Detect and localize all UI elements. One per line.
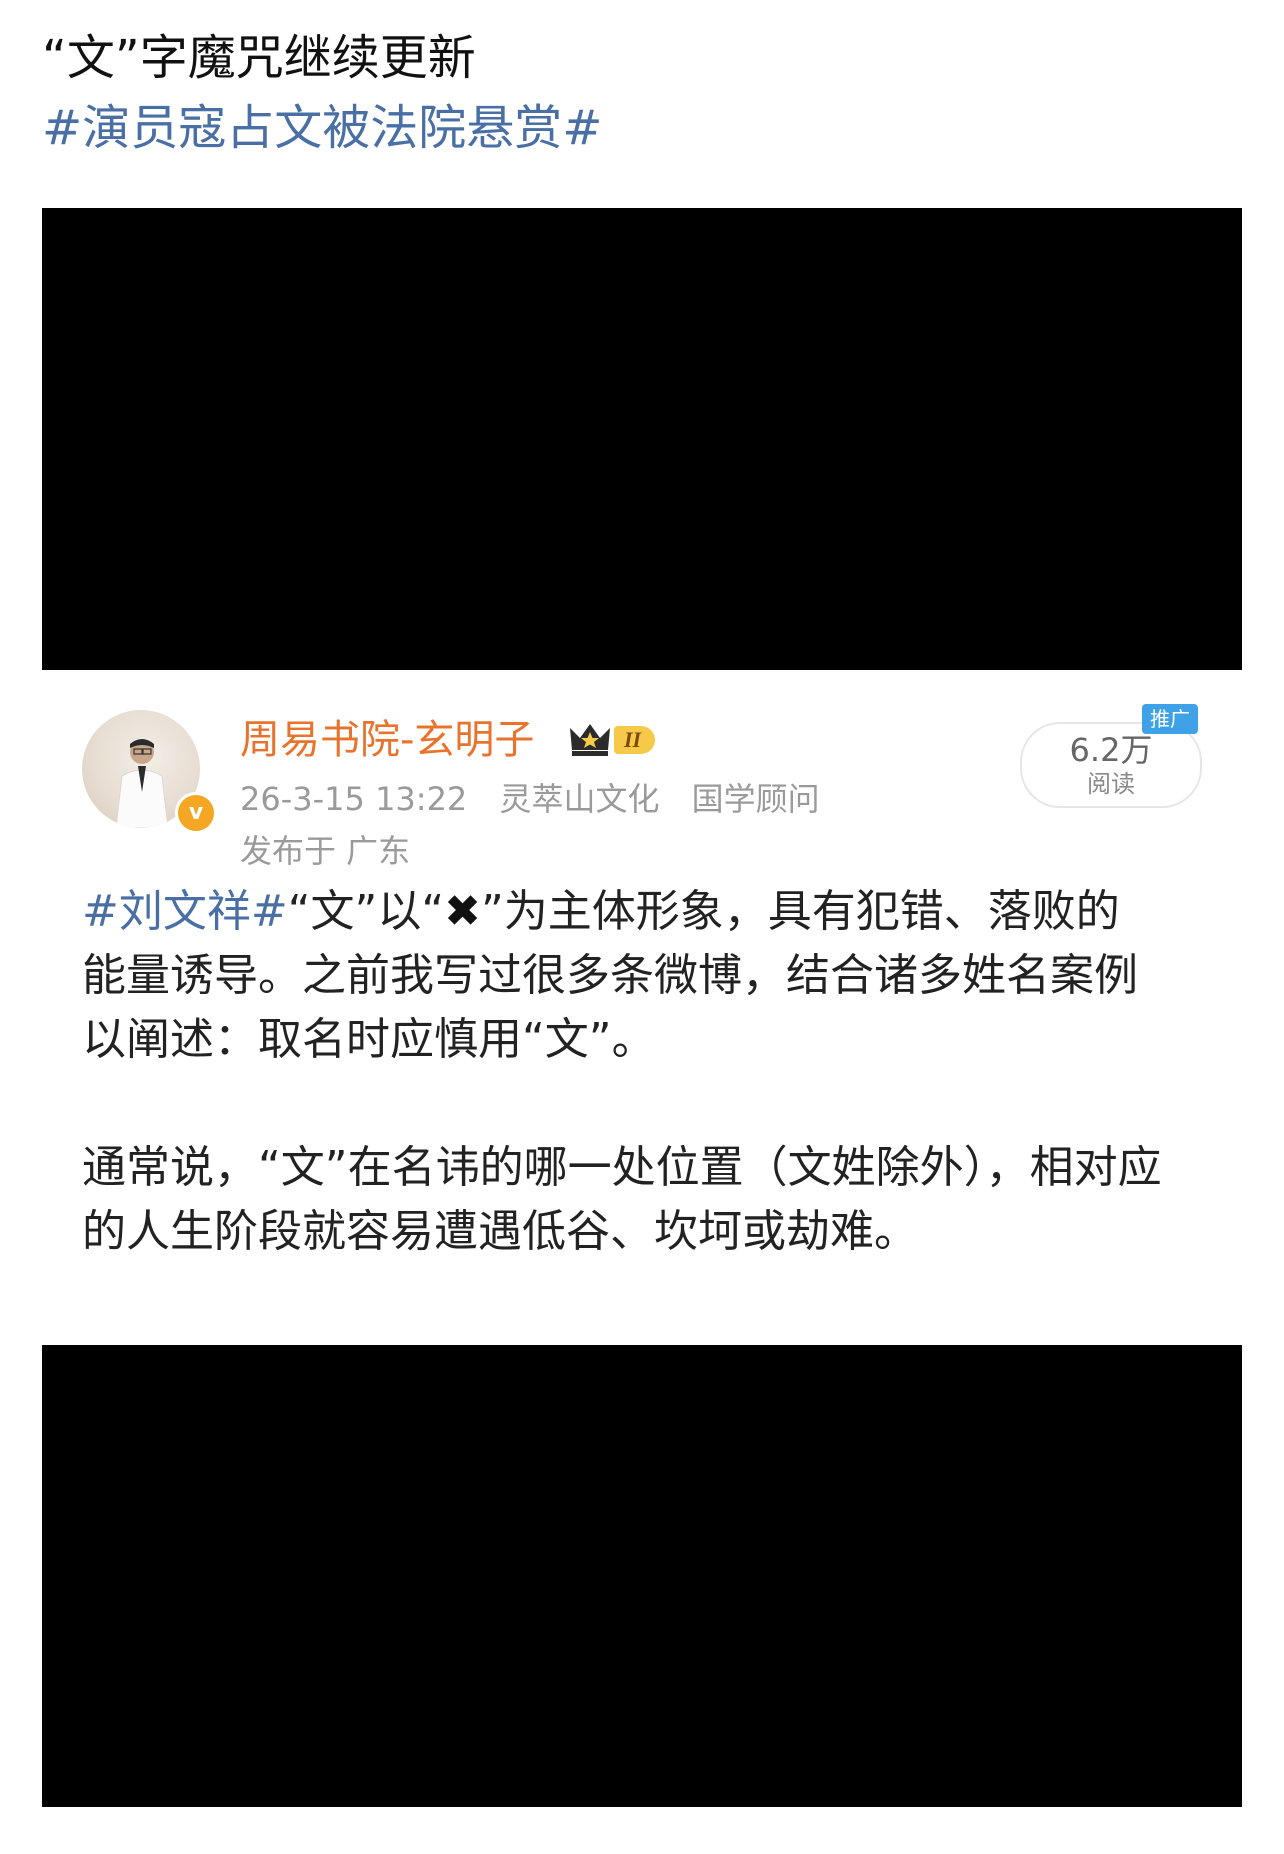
post-hashtag[interactable]: #刘文祥# bbox=[82, 886, 288, 937]
post-role: 国学顾问 bbox=[691, 780, 820, 818]
post-line: 以阐述：取名时应慎用“文”。 bbox=[82, 1014, 656, 1065]
post-text: “文”以“ bbox=[287, 886, 445, 937]
post-title: “文”字魔咒继续更新 bbox=[42, 30, 476, 86]
reads-label: 阅读 bbox=[1087, 770, 1135, 798]
post-body: #刘文祥#“文”以“✖”为主体形象，具有犯错、落败的 能量诱导。之前我写过很多条… bbox=[82, 880, 1212, 1264]
post-meta: 26-3-15 13:22 灵萃山文化 国学顾问 bbox=[240, 778, 842, 820]
crown-icon bbox=[570, 724, 610, 756]
topic-link[interactable]: #演员寇占文被法院悬赏# bbox=[42, 98, 602, 158]
post-source: 灵萃山文化 bbox=[499, 780, 660, 818]
x-mark-icon: ✖ bbox=[444, 886, 481, 937]
redacted-image-top bbox=[42, 208, 1242, 670]
verified-badge: v bbox=[175, 792, 217, 834]
post-timestamp: 26-3-15 13:22 bbox=[240, 780, 468, 818]
post-location: 发布于 广东 bbox=[240, 832, 411, 870]
level-badge: II bbox=[614, 726, 656, 754]
post-line: 能量诱导。之前我写过很多条微博，结合诸多姓名案例 bbox=[82, 950, 1138, 1001]
post-text: ”为主体形象，具有犯错、落败的 bbox=[481, 886, 1120, 937]
avatar-person-icon bbox=[115, 739, 169, 828]
weibo-post-card: v 周易书院-玄明子 II 26-3-15 13:22 灵萃山文化 国学顾问 发… bbox=[42, 670, 1242, 1345]
user-name[interactable]: 周易书院-玄明子 bbox=[240, 714, 534, 766]
post-line: 通常说，“文”在名讳的哪一处位置（文姓除外），相对应 bbox=[82, 1142, 1162, 1193]
post-line: 的人生阶段就容易遭遇低谷、坎坷或劫难。 bbox=[82, 1206, 918, 1257]
reads-counter: 6.2万 阅读 bbox=[1020, 722, 1202, 808]
post-paragraph-1: #刘文祥#“文”以“✖”为主体形象，具有犯错、落败的 bbox=[82, 880, 1212, 944]
reads-count: 6.2万 bbox=[1069, 731, 1153, 769]
redacted-image-bottom bbox=[42, 1345, 1242, 1807]
promo-tag: 推广 bbox=[1142, 704, 1198, 734]
